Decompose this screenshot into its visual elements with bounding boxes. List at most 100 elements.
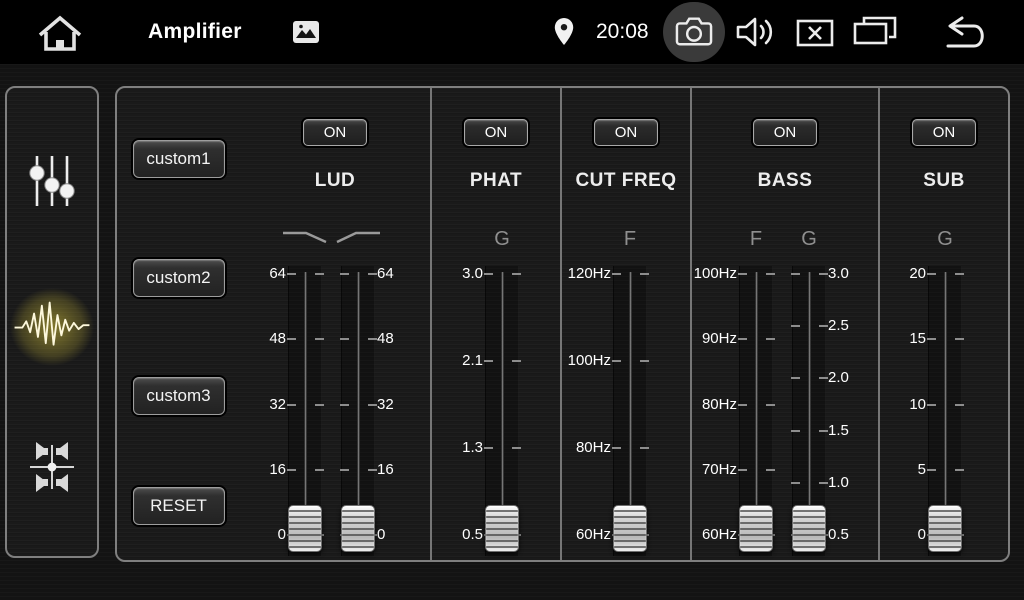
tick-mark xyxy=(819,377,828,379)
gallery-button[interactable] xyxy=(293,21,319,46)
param-letter: G xyxy=(920,226,970,252)
preset-button-custom2[interactable]: custom2 xyxy=(133,259,225,297)
tick-mark xyxy=(512,447,521,449)
tick-mark xyxy=(819,482,828,484)
tick-mark xyxy=(340,273,349,275)
scale-label: 1.5 xyxy=(828,421,849,441)
tick-mark xyxy=(287,469,296,471)
highpass-slope-icon xyxy=(334,229,382,245)
tick-mark xyxy=(791,482,800,484)
page-title: Amplifier xyxy=(148,0,242,64)
channel-strips: ONLUD644832160644832160ONPHATG3.02.11.30… xyxy=(240,88,1008,560)
scale-label: 0 xyxy=(377,525,385,545)
presets-column: custom1 custom2 custom3 RESET xyxy=(117,88,240,560)
slider-cut-freq-0: F120Hz100Hz80Hz60Hz xyxy=(562,226,690,560)
scale-label: 0.5 xyxy=(828,525,849,545)
channel-title: BASS xyxy=(692,170,878,192)
home-button[interactable] xyxy=(36,12,84,55)
sidebar xyxy=(5,86,99,558)
tick-mark xyxy=(791,430,800,432)
tick-mark xyxy=(640,360,649,362)
channel-strip-phat: ONPHATG3.02.11.30.5 xyxy=(430,88,560,560)
tick-mark xyxy=(927,338,936,340)
back-button[interactable] xyxy=(936,14,990,55)
param-letter: G xyxy=(477,226,527,252)
close-app-button[interactable] xyxy=(796,19,834,50)
channel-title: CUT FREQ xyxy=(562,170,690,192)
slider-bass-0: F100Hz90Hz80Hz70Hz60Hz xyxy=(692,226,786,560)
location-pin-icon xyxy=(553,17,575,52)
scale-label: 20 xyxy=(909,264,926,284)
tick-mark xyxy=(766,469,775,471)
sliders-row: G20151050 xyxy=(880,226,1008,560)
balance-fader-icon xyxy=(23,438,81,499)
sliders-row: F100Hz90Hz80Hz70Hz60HzG3.02.52.01.51.00.… xyxy=(692,226,878,560)
camera-button[interactable] xyxy=(663,2,725,62)
tick-mark xyxy=(315,404,324,406)
scale-label: 0 xyxy=(918,525,926,545)
power-toggle-bass[interactable]: ON xyxy=(753,119,817,146)
preset-button-custom3[interactable]: custom3 xyxy=(133,377,225,415)
tick-mark xyxy=(927,273,936,275)
scale-label: 15 xyxy=(909,329,926,349)
sidebar-item-balance-fader[interactable] xyxy=(16,432,88,504)
slider-thumb-lud-1[interactable] xyxy=(341,505,375,552)
recent-apps-icon xyxy=(852,37,898,52)
recent-apps-button[interactable] xyxy=(852,15,898,52)
channel-title: SUB xyxy=(880,170,1008,192)
reset-button[interactable]: RESET xyxy=(133,487,225,525)
power-toggle-phat[interactable]: ON xyxy=(464,119,528,146)
tick-mark xyxy=(927,469,936,471)
sidebar-item-sound-effects[interactable] xyxy=(16,291,88,363)
scale-label: 80Hz xyxy=(702,395,737,415)
scale-label: 16 xyxy=(377,460,394,480)
scale-label: 70Hz xyxy=(702,460,737,480)
tick-mark xyxy=(955,273,964,275)
slider-thumb-cut-freq-0[interactable] xyxy=(613,505,647,552)
tick-mark xyxy=(315,273,324,275)
slider-thumb-lud-0[interactable] xyxy=(288,505,322,552)
lowpass-slope-icon xyxy=(281,229,329,245)
power-toggle-cut-freq[interactable]: ON xyxy=(594,119,658,146)
slider-thumb-sub-0[interactable] xyxy=(928,505,962,552)
tick-mark xyxy=(738,273,747,275)
scale-label: 3.0 xyxy=(828,264,849,284)
scale-label: 60Hz xyxy=(702,525,737,545)
tick-mark xyxy=(484,447,493,449)
scale-label: 5 xyxy=(918,460,926,480)
scale-label: 2.0 xyxy=(828,368,849,388)
tick-mark xyxy=(287,404,296,406)
slider-phat-0: G3.02.11.30.5 xyxy=(432,226,560,560)
tick-mark xyxy=(738,469,747,471)
scale-label: 64 xyxy=(377,264,394,284)
top-bar: Amplifier 20:08 xyxy=(0,0,1024,64)
gallery-icon xyxy=(293,31,319,46)
slider-thumb-phat-0[interactable] xyxy=(485,505,519,552)
tick-mark xyxy=(791,325,800,327)
power-toggle-lud[interactable]: ON xyxy=(303,119,367,146)
channel-strip-bass: ONBASSF100Hz90Hz80Hz70Hz60HzG3.02.52.01.… xyxy=(690,88,878,560)
scale-label: 2.5 xyxy=(828,316,849,336)
tick-mark xyxy=(927,404,936,406)
slider-thumb-bass-0[interactable] xyxy=(739,505,773,552)
channel-strip-cut-freq: ONCUT FREQF120Hz100Hz80Hz60Hz xyxy=(560,88,690,560)
param-letter: F xyxy=(605,226,655,252)
slider-thumb-bass-1[interactable] xyxy=(792,505,826,552)
slider-lud-1: 644832160 xyxy=(335,226,428,560)
scale-label: 80Hz xyxy=(576,438,611,458)
tick-mark xyxy=(955,338,964,340)
volume-button[interactable] xyxy=(734,14,776,53)
preset-button-custom1[interactable]: custom1 xyxy=(133,140,225,178)
tick-mark xyxy=(340,469,349,471)
tick-mark xyxy=(315,469,324,471)
sound-wave-icon xyxy=(13,297,91,358)
scale-label: 100Hz xyxy=(568,351,611,371)
power-toggle-sub[interactable]: ON xyxy=(912,119,976,146)
tick-mark xyxy=(512,360,521,362)
tick-mark xyxy=(955,469,964,471)
tick-mark xyxy=(368,404,377,406)
sidebar-item-equalizer[interactable] xyxy=(16,146,88,218)
scale-label: 3.0 xyxy=(462,264,483,284)
scale-label: 100Hz xyxy=(694,264,737,284)
tick-mark xyxy=(640,273,649,275)
